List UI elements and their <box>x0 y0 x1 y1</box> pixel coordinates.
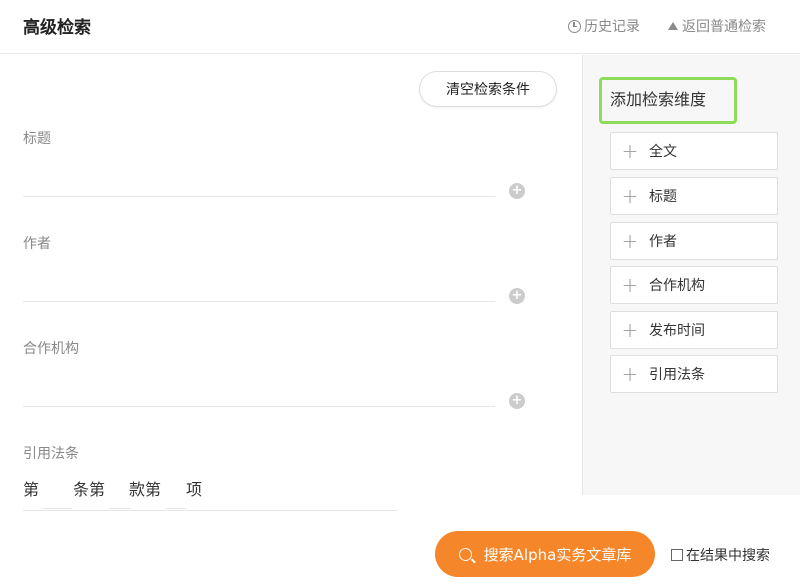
add-dimension-organization-button[interactable]: + 合作机构 <box>610 266 778 304</box>
plus-icon: + <box>621 139 639 163</box>
dimension-panel: 添加检索维度 + 全文 + 标题 + 作者 + 合作机构 + 发布时间 + 引用… <box>582 55 800 495</box>
add-author-condition-icon[interactable]: + <box>509 288 525 304</box>
add-dimension-title-button[interactable]: + 标题 <box>610 177 778 215</box>
dimension-label: 发布时间 <box>649 323 705 339</box>
law-row-label: 项 <box>186 480 203 499</box>
field-label-title: 标题 <box>23 131 51 147</box>
plus-icon: + <box>621 184 639 208</box>
back-label: 返回普通检索 <box>682 19 766 35</box>
add-dimension-fulltext-button[interactable]: + 全文 <box>610 132 778 170</box>
item-number-input[interactable] <box>166 508 186 509</box>
dimension-label: 标题 <box>649 189 677 205</box>
add-dimension-title: 添加检索维度 <box>599 77 737 124</box>
plus-icon: + <box>621 318 639 342</box>
search-in-results-label: 在结果中搜索 <box>686 548 770 564</box>
search-button-label: 搜索Alpha实务文章库 <box>483 545 632 564</box>
title-input[interactable] <box>23 196 495 197</box>
triangle-up-icon <box>668 22 678 30</box>
dimension-label: 引用法条 <box>649 367 705 383</box>
paragraph-number-input[interactable] <box>109 508 131 509</box>
plus-icon: + <box>621 229 639 253</box>
history-link[interactable]: 历史记录 <box>568 16 640 36</box>
organization-input[interactable] <box>23 406 495 407</box>
law-row-label: 款第 <box>129 480 162 499</box>
back-to-normal-search-link[interactable]: 返回普通检索 <box>668 16 766 36</box>
add-organization-condition-icon[interactable]: + <box>509 393 525 409</box>
clear-conditions-button[interactable]: 清空检索条件 <box>419 71 557 107</box>
dimension-label: 作者 <box>649 234 677 250</box>
law-row-label: 第 <box>23 480 40 499</box>
search-in-results-checkbox[interactable]: 在结果中搜索 <box>671 545 770 565</box>
add-dimension-author-button[interactable]: + 作者 <box>610 222 778 260</box>
plus-icon: + <box>621 273 639 297</box>
page-header: 高级检索 历史记录 返回普通检索 <box>0 0 800 54</box>
law-row-label: 条第 <box>73 480 106 499</box>
field-label-cited-law: 引用法条 <box>23 446 79 462</box>
history-label: 历史记录 <box>584 19 640 35</box>
add-dimension-publish-time-button[interactable]: + 发布时间 <box>610 311 778 349</box>
clock-icon <box>568 19 581 33</box>
search-icon <box>458 547 472 561</box>
field-label-author: 作者 <box>23 236 51 252</box>
dimension-label: 合作机构 <box>649 278 705 294</box>
add-title-condition-icon[interactable]: + <box>509 183 525 199</box>
plus-icon: + <box>621 362 639 386</box>
add-dimension-cited-law-button[interactable]: + 引用法条 <box>610 355 778 393</box>
article-number-input[interactable] <box>42 508 72 509</box>
search-button[interactable]: 搜索Alpha实务文章库 <box>435 531 655 577</box>
field-label-organization: 合作机构 <box>23 341 79 357</box>
checkbox-box[interactable] <box>671 549 683 561</box>
law-article-row: 第 条第 款第 项 <box>23 476 202 500</box>
author-input[interactable] <box>23 301 495 302</box>
search-form-panel: 清空检索条件 标题 + 作者 + 合作机构 + 引用法条 <box>0 55 582 585</box>
page-title: 高级检索 <box>23 18 91 38</box>
dimension-label: 全文 <box>649 144 677 160</box>
cited-law-input[interactable] <box>23 510 397 511</box>
